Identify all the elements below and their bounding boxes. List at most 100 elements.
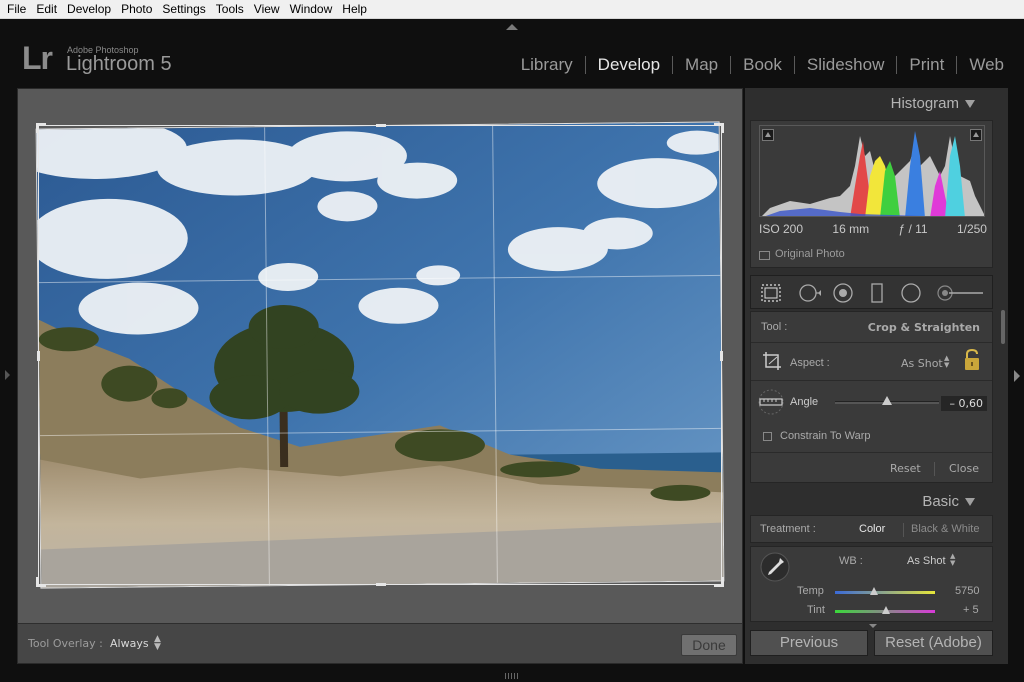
collapse-top-panel-icon[interactable] (506, 24, 518, 30)
original-photo-label: Original Photo (775, 248, 845, 260)
temp-slider-thumb[interactable] (870, 587, 878, 595)
tool-label: Tool : (761, 321, 788, 333)
app-name: Lightroom 5 (66, 53, 172, 75)
angle-slider-thumb[interactable] (882, 396, 892, 405)
shadow-clipping-icon[interactable] (762, 129, 774, 141)
image-workspace: Tool Overlay : Always ▲ ▼ Done (17, 88, 743, 664)
lock-icon[interactable] (963, 348, 981, 372)
histogram-graph[interactable] (759, 125, 985, 217)
tool-overlay-select[interactable]: Always (110, 637, 149, 650)
basic-header[interactable]: Basic (745, 486, 993, 516)
menu-file[interactable]: File (2, 0, 31, 19)
crop-overlay-icon[interactable] (759, 282, 783, 304)
wb-select[interactable]: As Shot (907, 555, 946, 567)
tint-value[interactable]: + 5 (963, 604, 979, 616)
highlight-clipping-icon[interactable] (970, 129, 982, 141)
angle-value-field[interactable]: – 0,60 (941, 396, 987, 411)
menu-tools[interactable]: Tools (211, 0, 249, 19)
treatment-bw-option[interactable]: Black & White (911, 523, 979, 535)
crop-frame-tool-icon[interactable] (761, 350, 783, 372)
done-button[interactable]: Done (681, 634, 737, 656)
exif-readout: ISO 200 16 mm ƒ / 11 1/250 (759, 222, 987, 236)
collapse-right-panel-icon[interactable] (1014, 370, 1020, 382)
iso-value: ISO 200 (759, 222, 804, 236)
separator (903, 523, 904, 537)
wb-label: WB : (839, 555, 863, 567)
filmstrip-handle-icon[interactable] (505, 673, 519, 679)
menu-photo[interactable]: Photo (116, 0, 157, 19)
module-develop[interactable]: Develop (586, 54, 672, 76)
wb-stepper-icon[interactable]: ▲ ▼ (950, 553, 955, 567)
module-web[interactable]: Web (957, 54, 1016, 76)
temp-slider-track[interactable] (835, 591, 935, 594)
module-picker: Library Develop Map Book Slideshow Print… (509, 54, 1016, 76)
tint-slider-thumb[interactable] (882, 606, 890, 614)
basic-title: Basic (922, 493, 959, 510)
straighten-tool-icon[interactable] (757, 388, 785, 416)
previous-button[interactable]: Previous (750, 630, 868, 656)
treatment-row: Treatment : Color Black & White (750, 515, 993, 543)
treatment-color-option[interactable]: Color (859, 523, 885, 535)
scroll-more-icon (869, 624, 877, 628)
menu-edit[interactable]: Edit (31, 0, 62, 19)
bottom-buttons: Previous Reset (Adobe) (750, 630, 993, 658)
divider (751, 342, 992, 343)
crop-straighten-panel: Tool : Crop & Straighten Aspect : As Sho… (750, 311, 993, 483)
histogram-header[interactable]: Histogram (745, 88, 993, 118)
adjustment-brush-icon[interactable] (935, 282, 985, 304)
crop-reset-button[interactable]: Reset (890, 462, 921, 475)
shutter-value: 1/250 (956, 222, 987, 236)
original-photo-checkbox[interactable] (759, 251, 770, 260)
treatment-label: Treatment : (760, 523, 816, 535)
temp-label: Temp (797, 585, 824, 597)
tool-value: Crop & Straighten (867, 321, 980, 334)
menu-bar: File Edit Develop Photo Settings Tools V… (0, 0, 1024, 19)
menu-settings[interactable]: Settings (157, 0, 210, 19)
radial-filter-icon[interactable] (899, 282, 923, 304)
aspect-select[interactable]: As Shot (901, 357, 943, 370)
module-map[interactable]: Map (673, 54, 730, 76)
landscape-photo (36, 122, 725, 589)
eyedropper-icon[interactable] (759, 551, 791, 583)
tint-label: Tint (807, 604, 825, 616)
panel-scrollbar-thumb[interactable] (1001, 310, 1005, 344)
collapse-triangle-icon[interactable] (965, 100, 975, 108)
collapse-triangle-icon[interactable] (965, 498, 975, 506)
module-book[interactable]: Book (731, 54, 794, 76)
crop-close-button[interactable]: Close (949, 462, 979, 475)
lightroom-logo: Lr (22, 40, 53, 76)
aspect-stepper-icon[interactable]: ▲ ▼ (944, 355, 949, 369)
separator (934, 462, 935, 476)
red-eye-icon[interactable] (831, 282, 855, 304)
module-library[interactable]: Library (509, 54, 585, 76)
tool-overlay-label: Tool Overlay : (28, 637, 103, 650)
spot-removal-icon[interactable] (797, 282, 821, 304)
aspect-label: Aspect : (790, 357, 830, 369)
menu-view[interactable]: View (249, 0, 285, 19)
module-slideshow[interactable]: Slideshow (795, 54, 897, 76)
constrain-to-warp-label: Constrain To Warp (780, 430, 871, 442)
module-print[interactable]: Print (897, 54, 956, 76)
aperture-value: ƒ / 11 (898, 222, 928, 236)
stepper-icon[interactable]: ▲ ▼ (154, 635, 161, 652)
photo-preview[interactable] (35, 121, 725, 589)
histogram-panel: ISO 200 16 mm ƒ / 11 1/250 Original Phot… (750, 120, 993, 268)
tool-overlay-toolbar: Tool Overlay : Always ▲ ▼ Done (18, 623, 742, 663)
graduated-filter-icon[interactable] (865, 282, 889, 304)
divider (751, 452, 992, 453)
expand-left-panel-icon[interactable] (5, 370, 10, 380)
histogram-chart (762, 131, 984, 216)
menu-window[interactable]: Window (285, 0, 338, 19)
divider (751, 380, 992, 381)
temp-value[interactable]: 5750 (955, 585, 979, 597)
angle-label: Angle (790, 396, 819, 408)
menu-help[interactable]: Help (337, 0, 372, 19)
histogram-title: Histogram (890, 95, 959, 112)
tool-strip (750, 275, 993, 309)
focal-length-value: 16 mm (832, 222, 870, 236)
right-panel: Histogram ISO 200 16 mm ƒ / 11 1/250 Ori… (745, 88, 1008, 664)
menu-develop[interactable]: Develop (62, 0, 116, 19)
constrain-to-warp-checkbox[interactable] (763, 432, 772, 441)
white-balance-panel: WB : As Shot ▲ ▼ Temp 5750 Tint + 5 (750, 546, 993, 622)
reset-adobe-button[interactable]: Reset (Adobe) (874, 630, 993, 656)
